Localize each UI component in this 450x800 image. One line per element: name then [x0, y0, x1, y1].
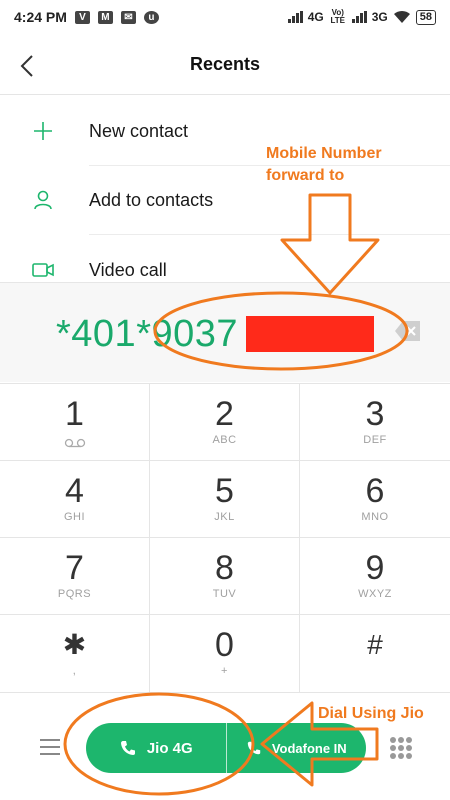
key-9[interactable]: 9 WXYZ — [300, 538, 450, 615]
dialed-number: *401*9037 — [56, 313, 239, 355]
header-divider — [0, 94, 450, 95]
person-icon — [34, 190, 52, 210]
status-bar: 4:24 PM V M ✉ u 4G Vo) LTE 3G 58 — [0, 0, 450, 34]
call-sim2-button[interactable]: Vodafone IN — [227, 723, 367, 773]
key-2[interactable]: 2 ABC — [150, 384, 300, 461]
key-letters: DEF — [363, 434, 387, 446]
header-bar: Recents — [0, 40, 450, 92]
dialer-screen: 4:24 PM V M ✉ u 4G Vo) LTE 3G 58 Recents… — [0, 0, 450, 800]
mail-icon: M — [97, 10, 113, 24]
key-0[interactable]: 0 + — [150, 615, 300, 692]
key-letters: GHI — [63, 511, 86, 523]
annotation-forward-note: Mobile Number forward to — [266, 143, 382, 187]
dialed-number-area: *401*9037 — [0, 282, 450, 382]
key-star[interactable]: ✱ , — [0, 615, 150, 692]
menu-label-video-call: Video call — [89, 259, 167, 280]
call-buttons: Jio 4G Vodafone IN — [86, 723, 366, 773]
vpn-icon: V — [74, 10, 90, 24]
key-digit: # — [367, 629, 383, 660]
menu-label-add-to-contacts: Add to contacts — [89, 189, 214, 210]
annotation-forward-line2: forward to — [266, 167, 345, 184]
page-title: Recents — [189, 54, 261, 74]
key-7[interactable]: 7 PQRS — [0, 538, 150, 615]
key-digit: 0 — [215, 626, 234, 664]
key-digit: 5 — [215, 472, 234, 510]
battery-indicator: 58 — [415, 9, 436, 25]
menu-label-new-contact: New contact — [89, 120, 189, 141]
sim2-label: Vodafone IN — [271, 740, 347, 756]
network-type-2: 3G — [371, 10, 388, 24]
key-1[interactable]: 1 — [0, 384, 150, 461]
key-4[interactable]: 4 GHI — [0, 461, 150, 538]
key-6[interactable]: 6 MNO — [300, 461, 450, 538]
key-digit: 6 — [365, 472, 385, 510]
hamburger-menu-icon[interactable] — [40, 739, 60, 755]
sim1-label: Jio 4G — [146, 739, 193, 757]
key-digit: 1 — [65, 395, 84, 433]
phone-sim2-icon — [247, 741, 261, 755]
key-letters: MNO — [361, 511, 389, 523]
key-digit: 3 — [365, 395, 385, 433]
menu-item-add-to-contacts[interactable]: Add to contacts — [0, 170, 450, 230]
key-digit: 4 — [65, 472, 84, 510]
menu-item-new-contact[interactable]: New contact — [0, 101, 450, 161]
dialpad-toggle-icon[interactable] — [390, 737, 412, 759]
key-digit: 8 — [215, 549, 234, 587]
app-notification-icon: u — [143, 10, 159, 24]
redacted-digits — [246, 316, 374, 352]
key-8[interactable]: 8 TUV — [150, 538, 300, 615]
call-sim1-button[interactable]: Jio 4G — [86, 723, 227, 773]
voicemail-icon — [64, 438, 85, 448]
volte-badge: Vo) LTE — [330, 8, 345, 25]
key-letters: TUV — [212, 588, 237, 600]
key-hash[interactable]: # — [300, 615, 450, 692]
key-digit: 2 — [215, 395, 234, 433]
key-5[interactable]: 5 JKL — [150, 461, 300, 538]
key-digit: 9 — [365, 549, 385, 587]
key-letters: JKL — [214, 511, 235, 523]
wifi-icon — [393, 10, 410, 23]
key-3[interactable]: 3 DEF — [300, 384, 450, 461]
key-letters: + — [221, 665, 228, 677]
key-digit: 7 — [65, 549, 84, 587]
phone-sim1-icon — [120, 741, 135, 755]
annotation-forward-line1: Mobile Number — [266, 145, 382, 162]
signal-strength-icon-2 — [351, 11, 367, 23]
key-digit: ✱ — [62, 629, 87, 660]
key-letters: WXYZ — [358, 588, 392, 600]
network-type-1: 4G — [307, 10, 324, 24]
key-letters: ABC — [212, 434, 237, 446]
key-letters: , — [72, 665, 77, 677]
key-letters: PQRS — [57, 588, 92, 600]
message-icon: ✉ — [120, 10, 136, 24]
keypad: 1 2 ABC 3 DEF 4 GHI 5 JKL 6 MNO 7 PQRS 8 — [0, 383, 450, 692]
video-camera-icon — [32, 263, 54, 277]
annotation-dial-note: Dial Using Jio — [318, 705, 424, 722]
status-time: 4:24 PM — [14, 9, 67, 25]
signal-strength-icon-1 — [287, 11, 303, 23]
menu-divider — [89, 234, 450, 235]
backspace-icon[interactable] — [394, 320, 422, 342]
plus-icon — [34, 122, 52, 140]
